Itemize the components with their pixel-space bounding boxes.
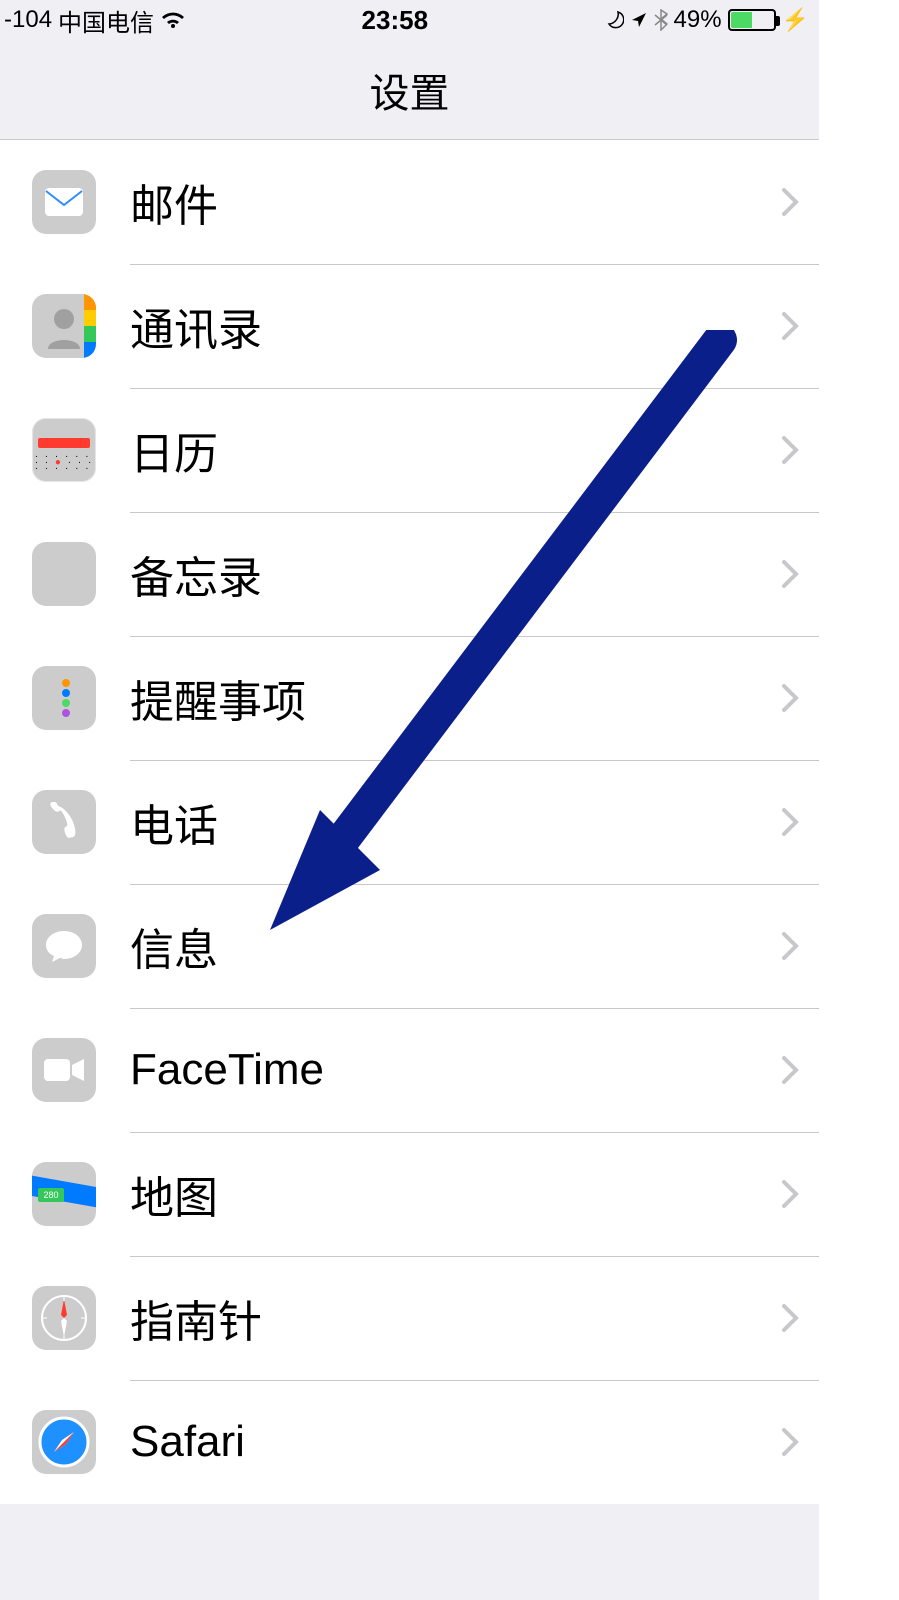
row-label: 备忘录 <box>130 542 781 606</box>
row-label: FaceTime <box>130 1045 781 1095</box>
do-not-disturb-icon <box>604 10 624 30</box>
battery-percent: 49% <box>674 6 722 34</box>
row-label: 电话 <box>130 790 781 854</box>
maps-icon: 280 <box>32 1162 96 1226</box>
facetime-icon <box>32 1038 96 1102</box>
safari-icon <box>32 1410 96 1474</box>
chevron-right-icon <box>781 1179 799 1209</box>
row-safari[interactable]: Safari <box>0 1380 819 1504</box>
wifi-icon <box>160 10 186 30</box>
battery-icon <box>728 9 776 31</box>
row-label: 邮件 <box>130 170 781 234</box>
phone-icon <box>32 790 96 854</box>
contacts-icon <box>32 294 96 358</box>
clock: 23:58 <box>186 5 604 36</box>
chevron-right-icon <box>781 1055 799 1085</box>
row-calendar[interactable]: · · · · · ·· · ● · · ·· · · · · · 日历 <box>0 388 819 512</box>
row-compass[interactable]: 指南针 <box>0 1256 819 1380</box>
row-facetime[interactable]: FaceTime <box>0 1008 819 1132</box>
row-label: Safari <box>130 1417 781 1467</box>
row-notes[interactable]: 备忘录 <box>0 512 819 636</box>
chevron-right-icon <box>781 1427 799 1457</box>
row-maps[interactable]: 280 地图 <box>0 1132 819 1256</box>
chevron-right-icon <box>781 187 799 217</box>
row-reminders[interactable]: 提醒事项 <box>0 636 819 760</box>
nav-bar: 设置 <box>0 40 819 140</box>
chevron-right-icon <box>781 931 799 961</box>
row-messages[interactable]: 信息 <box>0 884 819 1008</box>
row-label: 信息 <box>130 914 781 978</box>
row-contacts[interactable]: 通讯录 <box>0 264 819 388</box>
row-mail[interactable]: 邮件 <box>0 140 819 264</box>
mail-icon <box>32 170 96 234</box>
reminders-icon <box>32 666 96 730</box>
calendar-icon: · · · · · ·· · ● · · ·· · · · · · <box>32 418 96 482</box>
chevron-right-icon <box>781 311 799 341</box>
row-label: 日历 <box>130 418 781 482</box>
bluetooth-icon <box>654 9 668 31</box>
row-label: 通讯录 <box>130 294 781 358</box>
page-title: 设置 <box>370 61 450 119</box>
status-bar: -104 中国电信 23:58 49% ⚡ <box>0 0 819 40</box>
location-icon <box>630 11 648 29</box>
notes-icon <box>32 542 96 606</box>
row-label: 地图 <box>130 1162 781 1226</box>
chevron-right-icon <box>781 435 799 465</box>
settings-list: 邮件 通讯录 · · · · · ·· · ● · · ·· · · · · ·… <box>0 140 819 1504</box>
chevron-right-icon <box>781 559 799 589</box>
chevron-right-icon <box>781 683 799 713</box>
chevron-right-icon <box>781 1303 799 1333</box>
row-label: 指南针 <box>130 1286 781 1350</box>
chevron-right-icon <box>781 807 799 837</box>
row-phone[interactable]: 电话 <box>0 760 819 884</box>
messages-icon <box>32 914 96 978</box>
carrier-name: 中国电信 <box>58 3 154 38</box>
compass-icon <box>32 1286 96 1350</box>
signal-strength: -104 <box>4 6 52 34</box>
charging-icon: ⚡ <box>782 7 809 33</box>
row-label: 提醒事项 <box>130 666 781 730</box>
